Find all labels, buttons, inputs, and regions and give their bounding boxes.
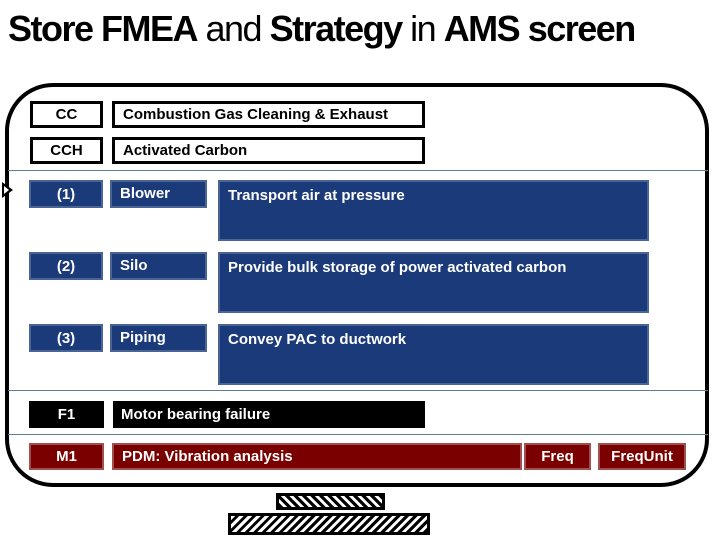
monitor-stand-neck — [276, 493, 385, 510]
system-name-field[interactable]: Combustion Gas Cleaning & Exhaust — [112, 101, 425, 128]
subsystem-code-field[interactable]: CCH — [30, 137, 103, 164]
failure-code-field[interactable]: F1 — [29, 401, 104, 428]
maintenance-code-field[interactable]: M1 — [29, 443, 104, 470]
divider — [8, 434, 708, 435]
component-code-field[interactable]: (3) — [29, 324, 103, 352]
maintenance-frequency-field[interactable]: Freq — [524, 443, 591, 470]
component-name-field[interactable]: Piping — [110, 324, 207, 352]
maintenance-frequency-unit-field[interactable]: FreqUnit — [598, 443, 686, 470]
failure-description-field[interactable]: Motor bearing failure — [113, 401, 425, 428]
component-function-field[interactable]: Provide bulk storage of power activated … — [218, 252, 649, 313]
component-function-field[interactable]: Transport air at pressure — [218, 180, 649, 241]
system-code-field[interactable]: CC — [30, 101, 103, 128]
slide-title: Store FMEA and Strategy in AMS screen — [8, 8, 637, 50]
title-part-and: and — [197, 8, 270, 49]
component-function-field[interactable]: Convey PAC to ductwork — [218, 324, 649, 385]
component-name-field[interactable]: Silo — [110, 252, 207, 280]
component-code-field[interactable]: (2) — [29, 252, 103, 280]
subsystem-name-field[interactable]: Activated Carbon — [112, 137, 425, 164]
monitor-stand-base — [228, 513, 430, 535]
component-name-field[interactable]: Blower — [110, 180, 207, 208]
divider — [8, 170, 708, 171]
title-part-in: in — [401, 8, 444, 49]
title-part-fmea: Store FMEA — [8, 8, 199, 49]
title-part-strategy: Strategy — [269, 8, 404, 49]
component-code-field[interactable]: (1) — [29, 180, 103, 208]
maintenance-strategy-field[interactable]: PDM: Vibration analysis — [112, 443, 522, 470]
title-part-ams: AMS screen — [443, 8, 637, 49]
divider — [8, 390, 708, 391]
triangle-right-icon — [2, 182, 13, 198]
